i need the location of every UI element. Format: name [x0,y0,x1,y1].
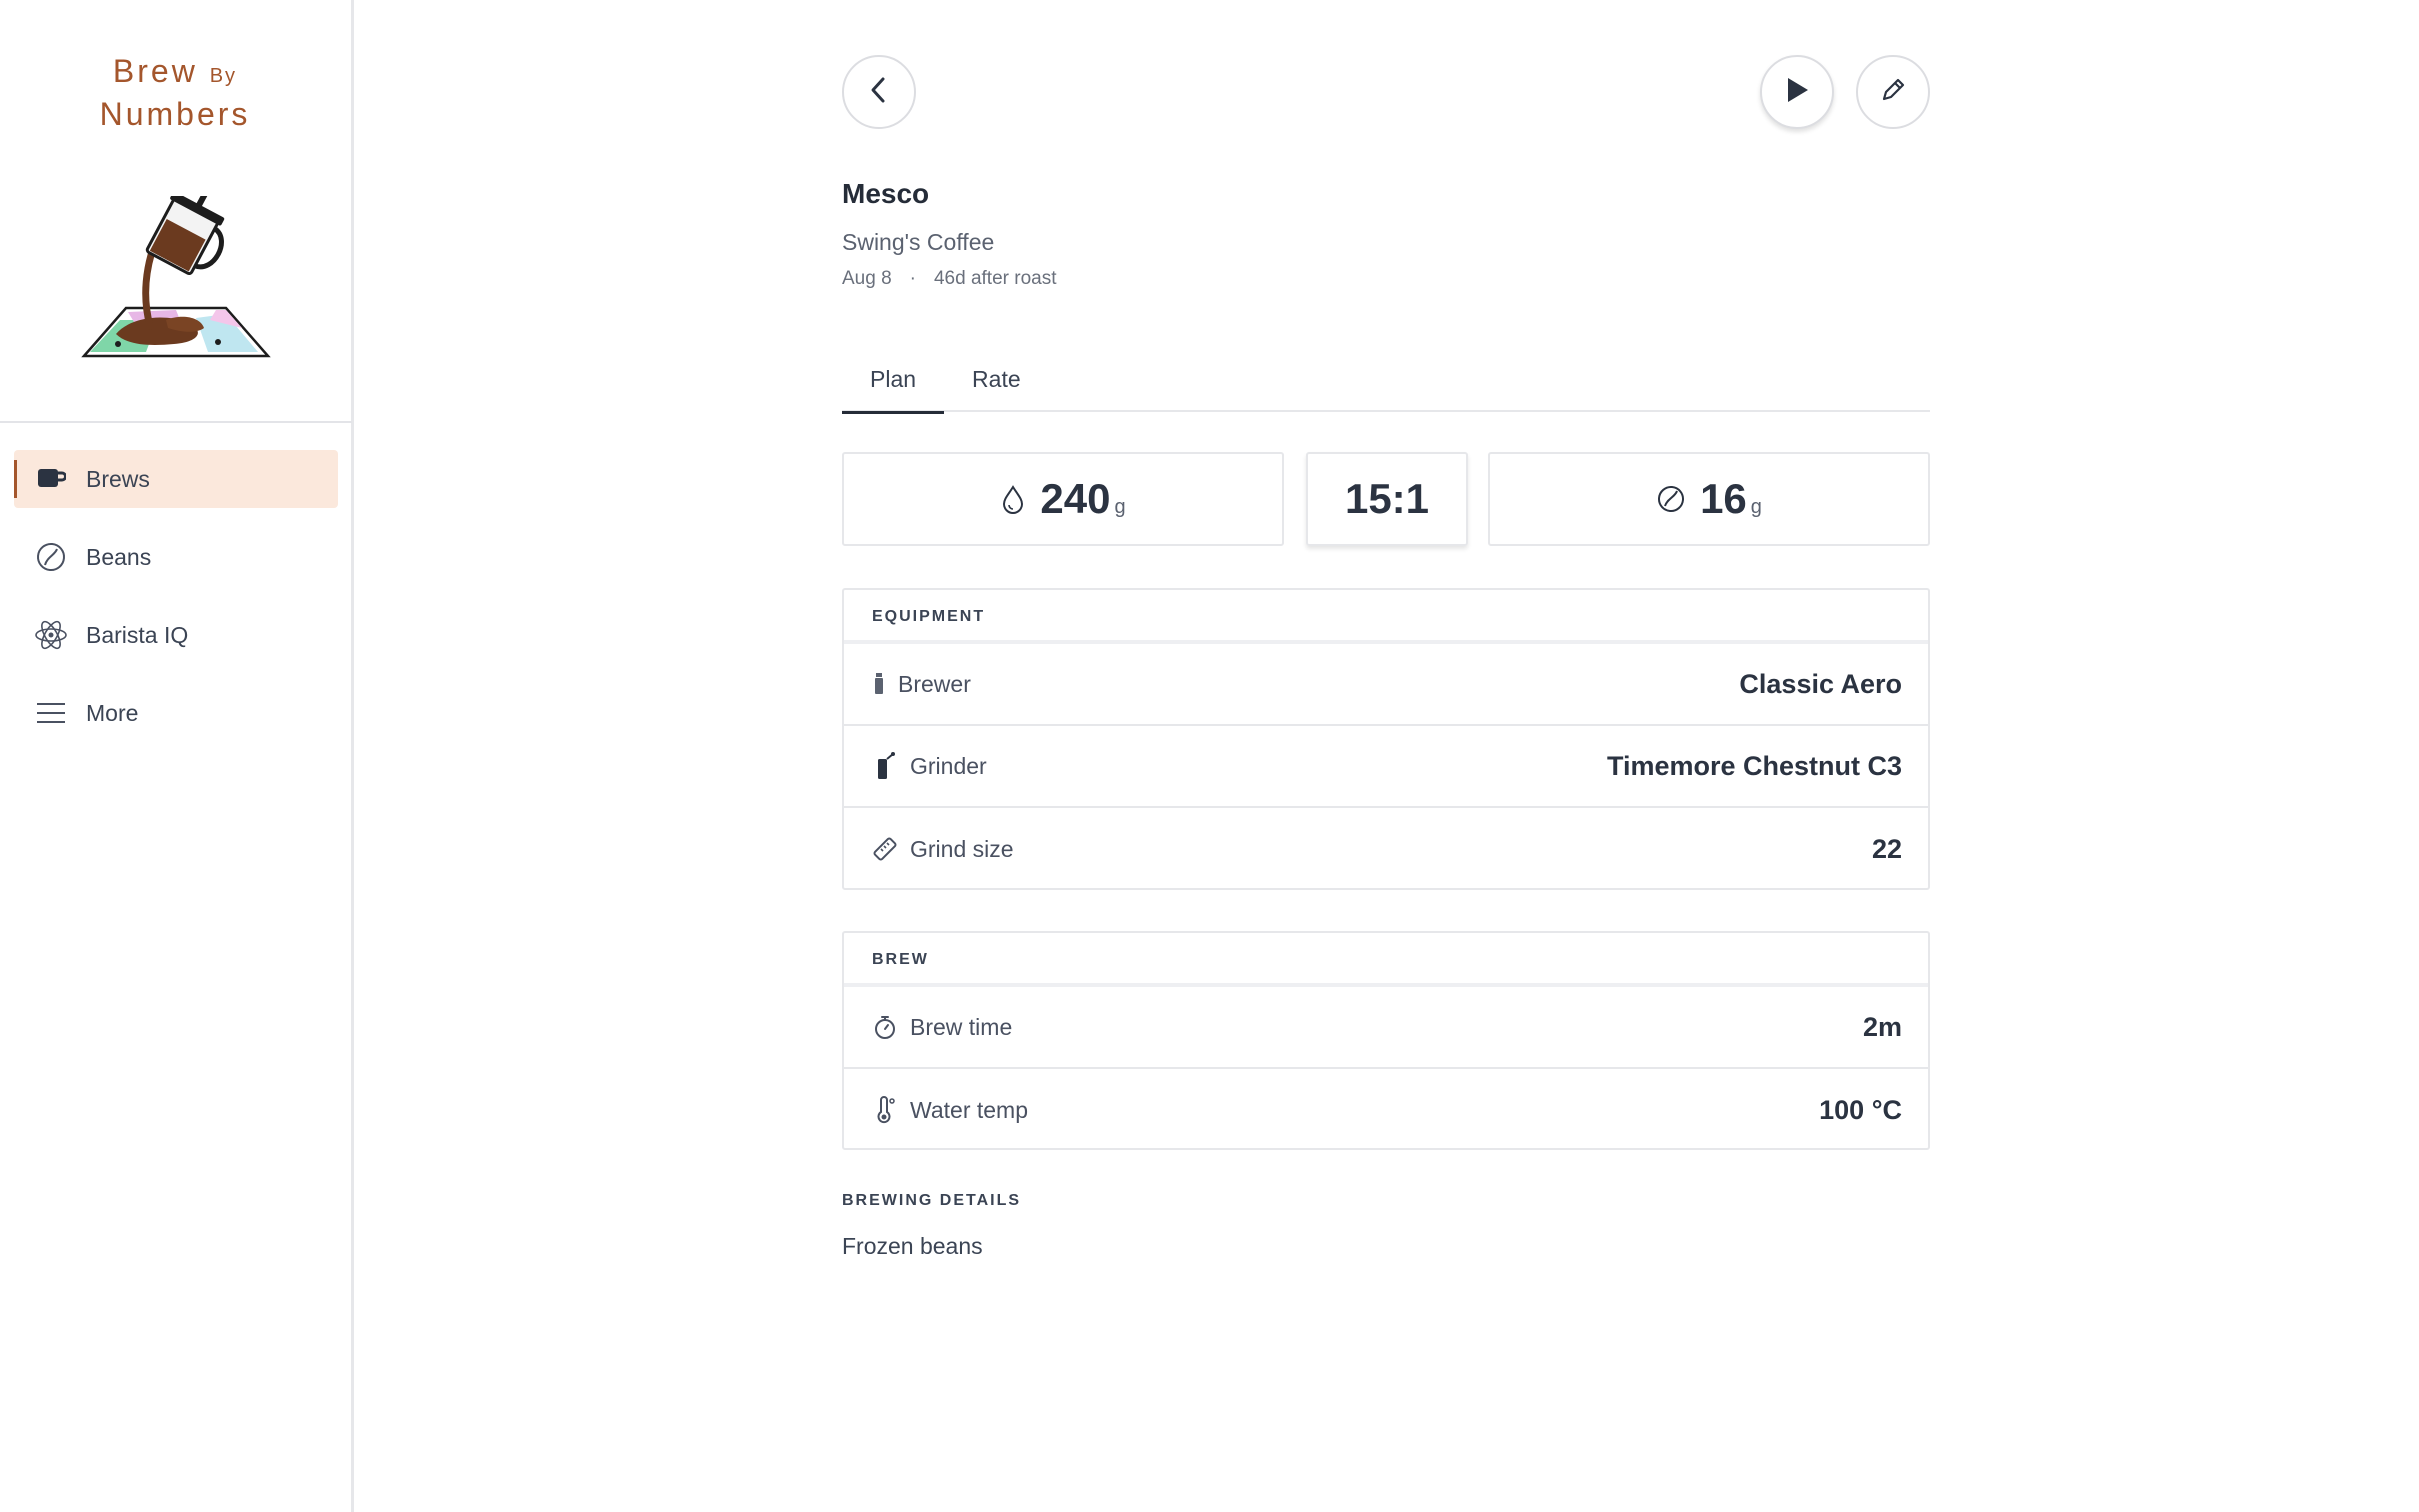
row-label: Grind size [910,835,1014,862]
row-label: Brew time [910,1013,1013,1040]
grinder-row[interactable]: Grinder Timemore Chestnut C3 [844,726,1928,808]
sidebar-item-label: Brews [86,465,150,492]
mug-icon [34,462,68,496]
bean-icon [34,540,68,574]
sidebar-nav: Brews Beans Barista IQ More [14,450,338,762]
brew-card: BREW Brew time 2m Water temp 100 °C [842,931,1930,1150]
water-value: 240 [1040,475,1111,522]
tab-bar: Plan Rate [842,360,1930,414]
brew-heading: BREW [844,933,1928,987]
brewing-details-heading: BREWING DETAILS [842,1192,1022,1209]
page-title: Mesco [842,178,930,209]
water-temp-value: 100 °C [1819,1094,1902,1125]
ratio-value: 15:1 [1344,475,1430,522]
stopwatch-icon [872,1012,898,1042]
sidebar-item-brews[interactable]: Brews [14,450,338,508]
pencil-icon [1878,75,1908,110]
water-temp-row[interactable]: Water temp 100 °C [844,1069,1928,1151]
logo-word-by: By [209,65,238,87]
grind-size-value: 22 [1871,833,1902,864]
sidebar-item-label: More [86,699,139,726]
sidebar-item-barista-iq[interactable]: Barista IQ [14,606,338,664]
sidebar-item-label: Beans [86,543,152,570]
brewing-details-text: Frozen beans [842,1233,983,1259]
water-amount[interactable]: 240 g [842,452,1284,546]
app-logo[interactable]: Brew By Numbers [0,52,350,133]
tab-rate[interactable]: Rate [944,360,1049,412]
equipment-heading: EQUIPMENT [844,590,1928,644]
brew-stats: 240 g 15:1 16 g [842,452,1930,546]
water-drop-icon [1000,484,1026,519]
logo-word-brew: Brew [112,53,198,89]
equipment-card: EQUIPMENT Brewer Classic Aero Grinder Ti… [842,588,1930,890]
tab-plan[interactable]: Plan [842,360,945,414]
atom-icon [34,618,68,652]
start-brew-button[interactable] [1760,55,1834,129]
sidebar-item-more[interactable]: More [14,684,338,742]
beans-value: 16 [1700,475,1747,522]
edit-brew-button[interactable] [1856,55,1930,129]
row-label: Grinder [910,752,987,779]
meta-separator: · [909,268,916,289]
french-press-pour-illustration [81,196,271,358]
thermometer-icon [872,1095,898,1125]
row-label: Brewer [898,670,971,697]
brew-time-value: 2m [1862,1011,1902,1042]
bean-icon [1656,484,1686,519]
sidebar: Brew By Numbers Brews Beans Barista IQ M… [0,0,354,1512]
grind-size-row[interactable]: Grind size 22 [844,808,1928,890]
back-button[interactable] [842,55,916,129]
sidebar-divider [0,421,352,423]
roast-age: 46d after roast [933,268,1057,289]
ruler-icon [872,834,898,864]
menu-icon [34,696,68,730]
brew-time-row[interactable]: Brew time 2m [844,987,1928,1069]
grinder-icon [872,751,898,781]
ratio-display[interactable]: 15:1 [1306,452,1468,546]
chevron-left-icon [867,75,891,110]
brewer-value: Classic Aero [1739,668,1902,699]
play-icon [1783,75,1811,110]
beans-amount[interactable]: 16 g [1488,452,1930,546]
grinder-value: Timemore Chestnut C3 [1606,750,1902,781]
beans-unit: g [1750,495,1762,518]
roaster-name: Swing's Coffee [842,229,995,255]
row-label: Water temp [910,1096,1029,1123]
sidebar-item-beans[interactable]: Beans [14,528,338,586]
sidebar-item-label: Barista IQ [86,621,189,648]
aeropress-icon [872,669,886,699]
brew-meta: Aug 8 · 46d after roast [842,268,1057,290]
logo-word-numbers: Numbers [99,96,251,132]
water-unit: g [1114,495,1126,518]
brew-date: Aug 8 [842,268,892,289]
brewer-row[interactable]: Brewer Classic Aero [844,644,1928,726]
